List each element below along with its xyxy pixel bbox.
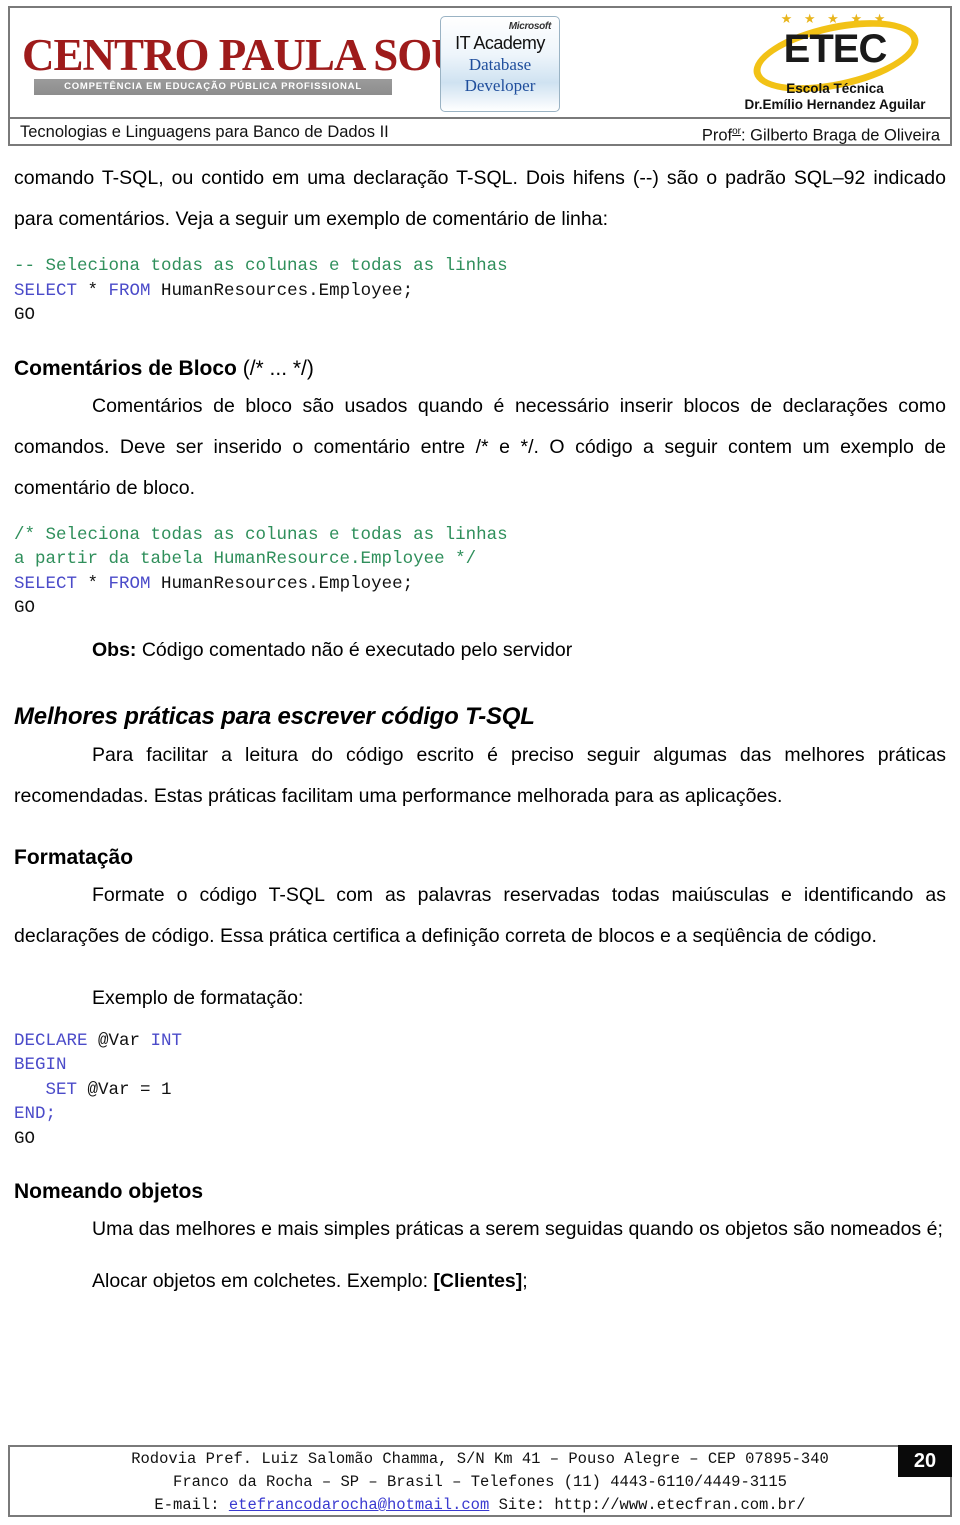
professor-prefix: Prof <box>701 126 733 145</box>
microsoft-it-academy-badge: Microsoft IT Academy Database Developer <box>440 16 560 112</box>
naming-example-suffix: ; <box>522 1270 528 1292</box>
naming-example-line: Alocar objetos em colchetes. Exemplo: [C… <box>14 1264 946 1298</box>
code-keyword-select: SELECT <box>14 280 78 301</box>
heading-best-practices: Melhores práticas para escrever código T… <box>14 702 535 730</box>
header-logos-row: Centro Paula Souza COMPETÊNCIA EM EDUCAÇ… <box>10 7 950 118</box>
code-keyword-from: FROM <box>108 573 151 594</box>
code-assignment: @Var = 1 <box>77 1079 172 1100</box>
code-star: * <box>77 280 109 301</box>
footer-line-contact: E-mail: etefrancodarocha@hotmail.com Sit… <box>10 1494 950 1517</box>
etec-subtitle-school-name: Dr.Emílio Hernandez Aguilar <box>744 97 926 112</box>
code-keyword-from: FROM <box>108 280 151 301</box>
code-go-batch: GO <box>14 598 36 618</box>
code-block-line-comment: -- Seleciona todas as colunas e todas as… <box>14 254 946 328</box>
footer-line-address: Rodovia Pref. Luiz Salomão Chamma, S/N K… <box>131 1450 829 1468</box>
footer-line-city-phone: Franco da Rocha – SP – Brasil – Telefone… <box>173 1473 787 1491</box>
course-title: Tecnologias e Linguagens para Banco de D… <box>20 123 389 141</box>
code-keyword-begin: BEGIN <box>14 1055 67 1075</box>
heading-naming-objects: Nomeando objetos <box>14 1180 204 1203</box>
etec-subtitle-escola-tecnica: Escola Técnica <box>786 81 884 96</box>
code-go-batch: GO <box>14 305 36 325</box>
code-keyword-int: INT <box>150 1030 183 1051</box>
page-number-badge: 20 <box>898 1445 952 1477</box>
code-keyword-select: SELECT <box>14 573 78 594</box>
heading-block-comments: Comentários de Bloco (/* ... */) <box>14 352 946 386</box>
etec-wordmark: ETEC <box>783 27 888 71</box>
code-keyword-end: END; <box>14 1104 57 1124</box>
paragraph-block-comments: Comentários de bloco são usados quando é… <box>14 394 946 499</box>
header-info-strip: Tecnologias e Linguagens para Banco de D… <box>10 117 950 145</box>
code-keyword-set: SET <box>45 1079 78 1100</box>
microsoft-brand-label: Microsoft <box>508 21 552 32</box>
code-block-block-comment: /* Seleciona todas as colunas e todas as… <box>14 523 946 621</box>
professor-superscript: or <box>732 126 741 137</box>
code-comment-line: -- Seleciona todas as colunas e todas as… <box>14 256 508 276</box>
code-table-ref: HumanResources.Employee; <box>150 573 414 594</box>
naming-example-prefix: Alocar objetos em colchetes. Exemplo: <box>92 1270 434 1292</box>
database-label: Database <box>468 55 532 74</box>
code-table-ref: HumanResources.Employee; <box>150 280 414 301</box>
example-formatting-label: Exemplo de formatação: <box>92 986 304 1009</box>
professor-fullname: : Gilberto Braga de Oliveira <box>740 126 940 145</box>
it-academy-label: IT Academy <box>455 33 545 53</box>
observation-label: Obs: <box>92 638 137 661</box>
paragraph-formatting: Formate o código T-SQL com as palavras r… <box>14 883 946 947</box>
footer-email-link[interactable]: etefrancodarocha@hotmail.com <box>229 1496 489 1514</box>
centro-paula-souza-logo: Centro Paula Souza COMPETÊNCIA EM EDUCAÇ… <box>22 30 524 95</box>
code-star: * <box>77 573 109 594</box>
naming-example-value: [Clientes] <box>433 1270 523 1292</box>
cps-tagline-bar: COMPETÊNCIA EM EDUCAÇÃO PÚBLICA PROFISSI… <box>34 79 392 95</box>
etec-mark: ETEC <box>730 7 940 105</box>
paragraph-intro: comando T-SQL, ou contido em uma declara… <box>14 167 946 230</box>
professor-name: Profor: Gilberto Braga de Oliveira <box>702 120 940 148</box>
paragraph-naming-objects: Uma das melhores e mais simples práticas… <box>92 1218 943 1240</box>
code-go-batch: GO <box>14 1128 36 1149</box>
footer-site-text: Site: http://www.etecfran.com.br/ <box>489 1496 806 1514</box>
footer-address-block: Rodovia Pref. Luiz Salomão Chamma, S/N K… <box>10 1447 950 1517</box>
developer-label: Developer <box>464 76 536 95</box>
etec-logo: ★ ★ ★ ★ ★ ETEC Escola Técnica Dr.Emílio … <box>730 7 940 116</box>
page-footer: Rodovia Pref. Luiz Salomão Chamma, S/N K… <box>8 1445 952 1517</box>
code-comment-close: a partir da tabela HumanResource.Employe… <box>14 549 477 569</box>
heading-block-comments-main: Comentários de Bloco <box>14 356 237 380</box>
cps-wordmark: Centro Paula Souza <box>22 30 524 80</box>
observation-text: Código comentado não é executado pelo se… <box>136 638 573 661</box>
code-comment-open: /* Seleciona todas as colunas e todas as… <box>14 524 508 545</box>
heading-formatting: Formatação <box>14 845 134 869</box>
heading-block-comments-syntax: (/* ... */) <box>236 356 314 380</box>
paragraph-best-practices: Para facilitar a leitura do código escri… <box>14 743 946 807</box>
code-variable-var: @Var <box>87 1030 151 1051</box>
observation-note: Obs: Código comentado não é executado pe… <box>14 635 946 665</box>
code-block-formatting-example: DECLARE @Var INT BEGIN SET @Var = 1 END;… <box>14 1029 946 1152</box>
code-keyword-declare: DECLARE <box>14 1030 88 1051</box>
footer-email-label: E-mail: <box>154 1496 229 1514</box>
page-header: Centro Paula Souza COMPETÊNCIA EM EDUCAÇ… <box>8 6 952 146</box>
document-body: comando T-SQL, ou contido em uma declara… <box>14 158 946 1298</box>
